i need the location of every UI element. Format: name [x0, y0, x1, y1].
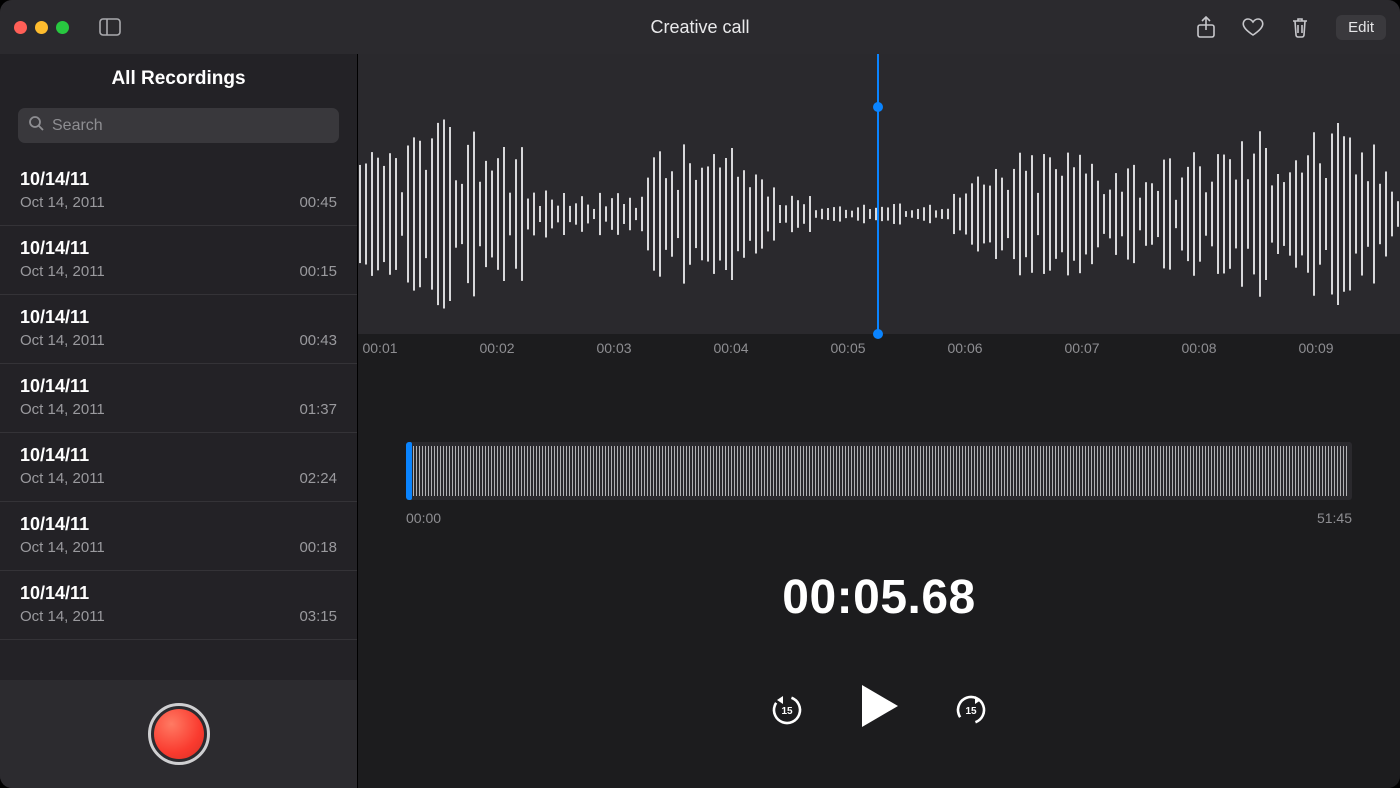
recording-title: 10/14/11 — [20, 376, 337, 397]
record-icon — [154, 709, 204, 759]
overview-end-time: 51:45 — [1317, 510, 1352, 526]
record-button[interactable] — [148, 703, 210, 765]
recording-row[interactable]: 10/14/11 Oct 14, 2011 03:15 — [0, 571, 357, 640]
svg-text:15: 15 — [781, 706, 793, 717]
recording-row[interactable]: 10/14/11 Oct 14, 2011 00:43 — [0, 295, 357, 364]
recording-row[interactable]: 10/14/11 Oct 14, 2011 00:18 — [0, 502, 357, 571]
edit-button[interactable]: Edit — [1336, 15, 1386, 40]
recording-duration: 00:43 — [299, 332, 337, 349]
recording-date: Oct 14, 2011 — [20, 332, 105, 349]
ruler-tick: 00:07 — [1064, 340, 1099, 356]
recording-date: Oct 14, 2011 — [20, 470, 105, 487]
recording-date: Oct 14, 2011 — [20, 194, 105, 211]
titlebar-actions: Edit — [1196, 15, 1386, 40]
recording-title: 10/14/11 — [20, 445, 337, 466]
recording-title: 10/14/11 — [20, 169, 337, 190]
overview-playhead[interactable] — [406, 442, 412, 500]
svg-text:15: 15 — [965, 706, 977, 717]
current-time: 00:05.68 — [358, 570, 1400, 625]
sidebar-toggle-icon[interactable] — [99, 18, 121, 36]
play-button[interactable] — [858, 683, 900, 734]
share-icon[interactable] — [1196, 16, 1216, 38]
skip-forward-button[interactable]: 15 — [954, 692, 988, 726]
playback-controls: 15 15 — [358, 683, 1400, 734]
search-field[interactable] — [18, 108, 339, 143]
ruler-tick: 00:09 — [1298, 340, 1333, 356]
fullscreen-window-button[interactable] — [56, 21, 69, 34]
recording-title: 10/14/11 — [20, 514, 337, 535]
recording-duration: 00:18 — [299, 539, 337, 556]
search-input[interactable] — [52, 117, 329, 135]
waveform-overview[interactable] — [406, 442, 1352, 500]
skip-back-button[interactable]: 15 — [770, 692, 804, 726]
recording-date: Oct 14, 2011 — [20, 263, 105, 280]
content-body: All Recordings 10/14/11 Oct 14, 2011 00:45… — [0, 54, 1400, 788]
recording-date: Oct 14, 2011 — [20, 539, 105, 556]
ruler-tick: 00:05 — [830, 340, 865, 356]
recording-row[interactable]: 10/14/11 Oct 14, 2011 00:45 — [0, 157, 357, 226]
recording-date: Oct 14, 2011 — [20, 401, 105, 418]
waveform-detail[interactable] — [358, 54, 1400, 334]
ruler-tick: 00:04 — [713, 340, 748, 356]
ruler-tick: 00:02 — [479, 340, 514, 356]
minimize-window-button[interactable] — [35, 21, 48, 34]
recording-duration: 01:37 — [299, 401, 337, 418]
overview-start-time: 00:00 — [406, 510, 441, 526]
ruler-tick: 00:08 — [1181, 340, 1216, 356]
detail-pane: 00:01 00:02 00:03 00:04 00:05 00:06 00:07 00:08… — [358, 54, 1400, 788]
playhead[interactable] — [877, 54, 879, 334]
trash-icon[interactable] — [1290, 16, 1310, 38]
sidebar: All Recordings 10/14/11 Oct 14, 2011 00:45… — [0, 54, 358, 788]
ruler-tick: 00:03 — [596, 340, 631, 356]
window-controls — [14, 21, 69, 34]
recording-row[interactable]: 10/14/11 Oct 14, 2011 02:24 — [0, 433, 357, 502]
recording-row[interactable]: 10/14/11 Oct 14, 2011 00:15 — [0, 226, 357, 295]
ruler-tick: 00:01 — [362, 340, 397, 356]
titlebar: Creative call Edit — [0, 0, 1400, 54]
recording-duration: 00:15 — [299, 263, 337, 280]
overview-waveform-graphic — [410, 446, 1348, 496]
record-bar — [0, 680, 357, 788]
recording-duration: 00:45 — [299, 194, 337, 211]
time-ruler: 00:01 00:02 00:03 00:04 00:05 00:06 00:07 00:08… — [358, 334, 1400, 370]
close-window-button[interactable] — [14, 21, 27, 34]
recording-title: 10/14/11 — [20, 583, 337, 604]
window-title: Creative call — [0, 17, 1400, 38]
ruler-tick: 00:06 — [947, 340, 982, 356]
waveform-graphic — [358, 54, 1400, 334]
recording-title: 10/14/11 — [20, 238, 337, 259]
sidebar-title: All Recordings — [0, 54, 357, 108]
recording-row[interactable]: 10/14/11 Oct 14, 2011 01:37 — [0, 364, 357, 433]
recording-title: 10/14/11 — [20, 307, 337, 328]
recording-duration: 02:24 — [299, 470, 337, 487]
recording-duration: 03:15 — [299, 608, 337, 625]
search-icon — [28, 115, 44, 136]
app-window: Creative call Edit All Recording — [0, 0, 1400, 788]
recording-date: Oct 14, 2011 — [20, 608, 105, 625]
favorite-icon[interactable] — [1242, 17, 1264, 37]
